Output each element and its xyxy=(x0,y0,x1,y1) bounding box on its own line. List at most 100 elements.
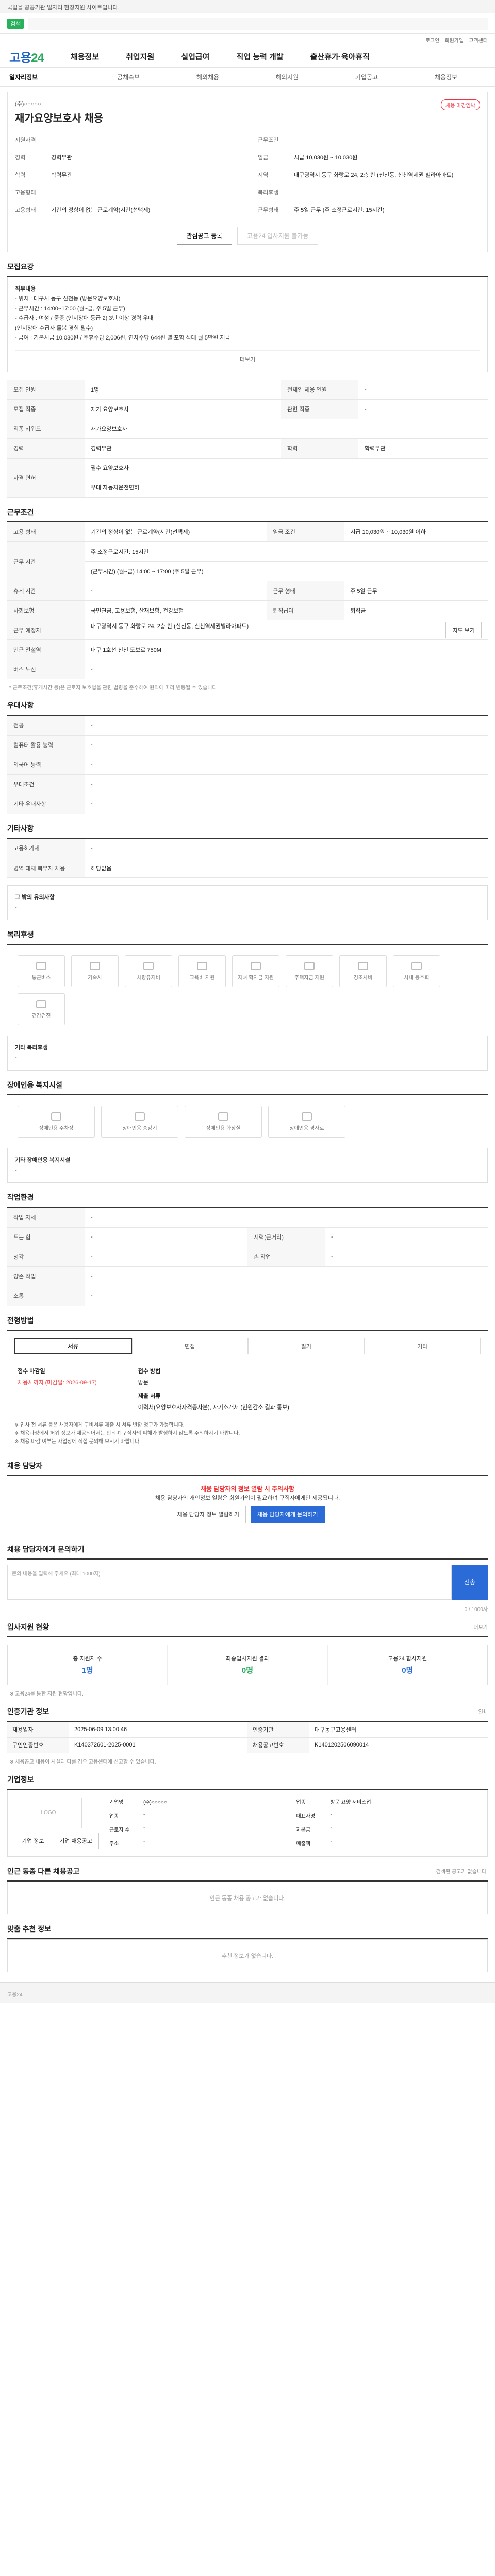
tab-docs[interactable]: 서류 xyxy=(14,1337,132,1354)
welfare-item: 차량유지비 xyxy=(125,955,172,987)
applicants-section: 입사지원 현황 더보기 xyxy=(7,1622,488,1637)
welfare-section: 복리후생 통근버스 기숙사 차량유지비 교육비 지원 자녀 학자금 지원 주택자… xyxy=(7,929,488,1071)
footer: 고용24 xyxy=(0,1982,495,2003)
lnb-item-6[interactable]: 채용정보 xyxy=(406,73,486,81)
logo[interactable]: 고용24 xyxy=(9,47,44,65)
applicants-stats: 총 지원자 수 1명 최종입사지원 결과 0명 고용24 합사지원 0명 xyxy=(7,1644,488,1685)
table-row: 사회보험 국민연금, 고용보험, 산재보험, 건강보험 퇴직급여 퇴직금 xyxy=(7,600,488,620)
company-name: (주)○○○○○ xyxy=(15,101,41,107)
summary-row: 임금 시급 10,030원 ~ 10,030원 xyxy=(258,155,358,161)
search-input[interactable] xyxy=(28,17,488,30)
recommend-section: 맞춤 추천 정보 추천 정보가 없습니다. xyxy=(7,1924,488,1972)
qna-section: 채용 담당자에게 문의하기 xyxy=(7,1544,488,1560)
tab-exam[interactable]: 필기 xyxy=(248,1337,365,1354)
welfare-item: 건강검진 xyxy=(18,993,65,1025)
dorm-icon xyxy=(90,961,100,970)
table-row: 고용 형태 기간의 정함이 없는 근로계약(시간(선택제) 임금 조건 시급 10,0… xyxy=(7,522,488,542)
summary-row: 지역 대구광역시 동구 화랑로 24, 2층 칸 (신천동, 신천역세권 빌라아파… xyxy=(258,172,454,178)
gnb-menu-5[interactable]: 출산휴가·육아휴직 xyxy=(310,51,370,62)
gnb-menu-3[interactable]: 실업급여 xyxy=(181,51,209,62)
lnb-item-2[interactable]: 공채속보 xyxy=(89,73,168,81)
corp-section: 기업정보 LOGO 기업 정보 기업 채용공고 기업명 (주)○○○○○ 업종 방문 … xyxy=(7,1774,488,1857)
disabled-section: 장애인용 복지시설 장애인용 주차장 장애인용 승강기 장애인용 화장실 장애인… xyxy=(7,1080,488,1183)
table-row: 고용허가제 - xyxy=(7,838,488,858)
welfare-item: 통근버스 xyxy=(18,955,65,987)
lnb-item-1[interactable]: 일자리정보 xyxy=(9,73,89,81)
print-button[interactable]: 인쇄 xyxy=(478,1707,488,1715)
welfare-item: 경조사비 xyxy=(339,955,387,987)
meta-section: 인증기관 정보 인쇄 채용일자 2025-06-09 13:00:46 인증기관 대구동… xyxy=(7,1707,488,1765)
process-tabs: 서류 면접 필기 기타 xyxy=(7,1331,488,1362)
summary-grid: 지원자격 근무조건 경력 경력무관 임금 시급 10,030원 ~ 10,030원 … xyxy=(15,136,480,214)
corp-card: LOGO 기업 정보 기업 채용공고 기업명 (주)○○○○○ 업종 방문 요양 서비… xyxy=(7,1789,488,1857)
preference-section: 우대사항 전공 - 컴퓨터 활용 능력 - 외국어 능력 - 우대조건 - 기타 우대사… xyxy=(7,700,488,814)
table-row: 전공 - xyxy=(7,716,488,736)
corp-grid: 기업명 (주)○○○○○ 업종 방문 요양 서비스업 업종 - 대표자명 - 근로자 수-자… xyxy=(109,1799,371,1847)
login-link[interactable]: 로그인 xyxy=(425,36,440,44)
process-section: 전형방법 서류 면접 필기 기타 접수 마감일 채용시까지 (마감일: 2026-… xyxy=(7,1315,488,1451)
disabled-item: 장애인용 화장실 xyxy=(185,1106,262,1138)
corp-jobs-button[interactable]: 기업 채용공고 xyxy=(53,1832,99,1849)
scrap-button[interactable]: 관심공고 등록 xyxy=(176,227,233,245)
work-note: * 근로조건(휴게시간 등)은 근로자 보호법을 관련 법령을 준수하여 원칙에… xyxy=(9,685,219,691)
summary-row: 경력 경력무관 xyxy=(15,155,72,161)
table-row: 드는 힘 - 시력(근거리) - xyxy=(7,1227,488,1247)
table-row: 경력 경력무관 학력 학력무관 xyxy=(7,438,488,459)
corp-info-button[interactable]: 기업 정보 xyxy=(15,1832,51,1849)
gift-icon xyxy=(358,961,368,970)
signup-link[interactable]: 회원가입 xyxy=(444,36,464,44)
notice-list: ※ 입사 전 서류 등은 채용자에게 구비서류 제출 시 서류 반환 청구가 가… xyxy=(14,1422,240,1445)
etc-table: 고용허가제 - 병역 대체 복무자 채용 해당없음 xyxy=(7,838,488,878)
gnb-menu-1[interactable]: 채용정보 xyxy=(71,51,99,62)
table-row: 컴퓨터 활용 능력 - xyxy=(7,735,488,755)
tab-interview[interactable]: 면접 xyxy=(131,1337,248,1354)
disabled-item: 장애인용 주차장 xyxy=(18,1106,95,1138)
ask-contact-button[interactable]: 채용 담당자에게 문의하기 xyxy=(251,1505,325,1523)
table-row: 소통 - xyxy=(7,1286,488,1306)
qna-textarea[interactable]: 문의 내용을 입력해 주세요 (최대 1000자) xyxy=(7,1564,452,1600)
club-icon xyxy=(411,961,422,970)
util-nav: 로그인 회원가입 고객센터 xyxy=(0,34,495,45)
tab-etc[interactable]: 기타 xyxy=(364,1337,481,1354)
meta-grid: 채용일자 2025-06-09 13:00:46 인증기관 대구동구고용센터 구인인증… xyxy=(7,1721,488,1753)
table-row: 자격 면허 필수 요양보호사 xyxy=(7,458,488,498)
gnb-menu-4[interactable]: 직업 능력 개발 xyxy=(236,51,283,62)
lnb-item-5[interactable]: 기업공고 xyxy=(327,73,406,81)
search-badge[interactable]: 검색 xyxy=(7,18,24,29)
qna-send-button[interactable]: 전송 xyxy=(452,1564,488,1600)
health-icon xyxy=(36,999,46,1008)
stat-item: 고용24 합사지원 0명 xyxy=(388,1655,427,1675)
local-nav: 일자리정보 공채속보 해외채용 해외지원 기업공고 채용정보 xyxy=(0,68,495,87)
lnb-item-3[interactable]: 해외채용 xyxy=(168,73,248,81)
qna-form: 문의 내용을 입력해 주세요 (최대 1000자) 전송 xyxy=(7,1564,488,1600)
toilet-icon xyxy=(218,1112,228,1121)
stat-item: 최종입사지원 결과 0명 xyxy=(168,1645,328,1685)
contact-warning: 채용 담당자의 정보 열람 시 주의사항 채용 담당자의 개인정보 열람은 회원… xyxy=(7,1476,488,1535)
applicants-more[interactable]: 더보기 xyxy=(473,1623,488,1631)
scholarship-icon xyxy=(251,961,261,970)
recruit-heading: 모집요강 xyxy=(7,262,488,277)
more-button[interactable]: 더보기 xyxy=(15,350,480,365)
recruit-desc: 직무내용 - 위치 : 대구시 동구 신천동 (방문요양보호사) - 근무시간 … xyxy=(7,277,488,372)
welfare-item: 기숙사 xyxy=(71,955,119,987)
view-contact-button[interactable]: 채용 담당자 정보 열람하기 xyxy=(170,1505,246,1523)
table-row: 모집 직종 재가 요양보호사 관련 직종 - xyxy=(7,399,488,419)
table-row: 양손 작업 - xyxy=(7,1266,488,1286)
table-row: 기타 우대사항 - xyxy=(7,794,488,814)
work-section: 근무조건 고용 형태 기간의 정함이 없는 근로계약(시간(선택제) 임금 조건 시급… xyxy=(7,507,488,691)
same-jobs-section: 인근 동종 다른 채용공고 검색된 공고가 없습니다. 인근 동종 채용 공고가 … xyxy=(7,1866,488,1914)
help-link[interactable]: 고객센터 xyxy=(469,36,488,44)
welfare-item: 자녀 학자금 지원 xyxy=(232,955,279,987)
etc-section: 기타사항 고용허가제 - 병역 대체 복무자 채용 해당없음 그 밖의 유의사항 - xyxy=(7,823,488,920)
lnb-item-4[interactable]: 해외지원 xyxy=(248,73,327,81)
recruit-section: 모집요강 직무내용 - 위치 : 대구시 동구 신천동 (방문요양보호사) - … xyxy=(7,262,488,498)
gnb-menu-2[interactable]: 취업지원 xyxy=(126,51,154,62)
ramp-icon xyxy=(302,1112,312,1121)
table-row: 모집 인원 1명 전체인 채용 인원 - xyxy=(7,380,488,400)
table-row: 작업 자세 - xyxy=(7,1208,488,1228)
welfare-item: 교육비 지원 xyxy=(178,955,226,987)
work-table: 고용 형태 기간의 정함이 없는 근로계약(시간(선택제) 임금 조건 시급 10,0… xyxy=(7,522,488,679)
summary-row: 근무조건 xyxy=(258,137,279,143)
map-button[interactable]: 지도 보기 xyxy=(446,621,482,638)
apply-button[interactable]: 고용24 입사지원 불가능 xyxy=(237,227,319,245)
